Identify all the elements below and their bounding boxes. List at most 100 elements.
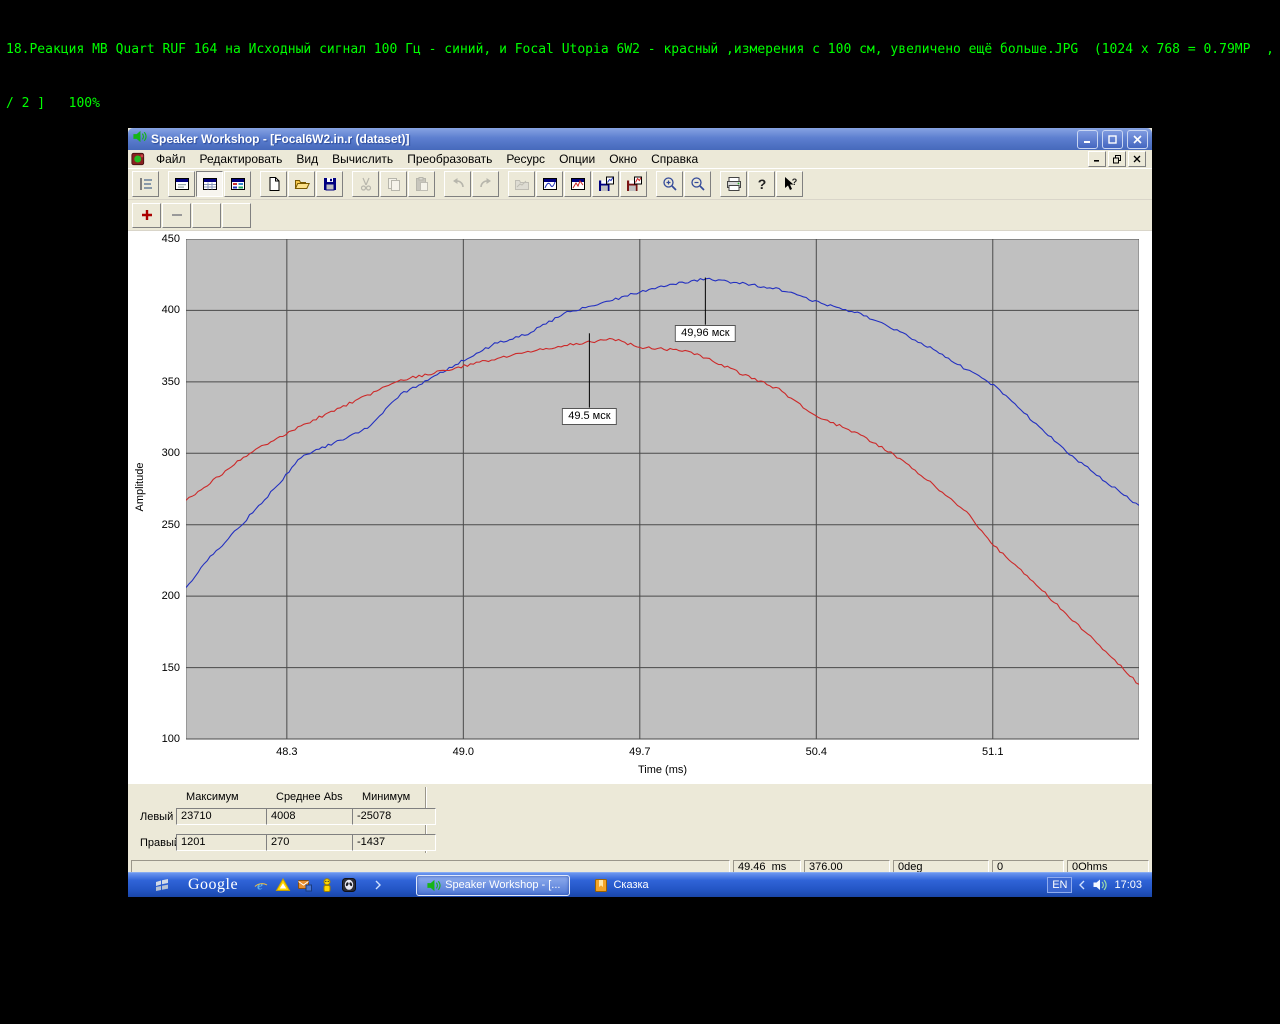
svg-text:?: ?	[791, 177, 797, 187]
save-button[interactable]	[316, 171, 343, 197]
dataset-doc-icon	[131, 152, 145, 166]
export-chart-button[interactable]	[620, 171, 647, 197]
menu-item-8[interactable]: Окно	[602, 151, 644, 167]
waveform-plot	[186, 239, 1139, 740]
undo-icon	[450, 176, 466, 192]
zoom-out-button[interactable]	[684, 171, 711, 197]
y-tick-label: 150	[128, 662, 180, 674]
view-table-icon	[230, 176, 246, 192]
x-tick-label: 49.7	[629, 746, 650, 758]
view-grid-button[interactable]	[196, 171, 223, 197]
import-chart-button	[508, 171, 535, 197]
stats-value-Правый-2: 270	[266, 834, 356, 851]
context-help-button[interactable]: ?	[776, 171, 803, 197]
help-button[interactable]: ?	[748, 171, 775, 197]
menu-item-1[interactable]: Файл	[149, 151, 193, 167]
minus-big-button	[162, 203, 191, 228]
mdi-restore-button[interactable]	[1108, 151, 1126, 167]
start-button[interactable]	[154, 877, 170, 893]
task-button-1[interactable]: Speaker Workshop - [...	[416, 875, 570, 896]
triangle-quicklaunch-icon[interactable]	[275, 877, 291, 893]
import-chart-icon	[514, 176, 530, 192]
ie-quicklaunch-icon[interactable]: e	[253, 877, 269, 893]
language-indicator[interactable]: EN	[1047, 877, 1072, 893]
open-folder-button[interactable]	[288, 171, 315, 197]
book-icon	[593, 877, 609, 893]
save-chart-button[interactable]	[592, 171, 619, 197]
clock: 17:03	[1114, 879, 1142, 891]
stats-value-Левый-2: 4008	[266, 808, 356, 825]
menu-item-7[interactable]: Опции	[552, 151, 602, 167]
y-tick-label: 350	[128, 376, 180, 388]
viewer-caption-line2: / 2 ] 100%	[6, 95, 1280, 113]
blank-icon	[229, 207, 245, 223]
annotation-label-1: 49,96 мск	[675, 325, 735, 342]
mdi-window-controls	[1088, 151, 1149, 167]
stats-value-Правый-3: -1437	[352, 834, 436, 851]
new-doc-icon	[266, 176, 282, 192]
view-list-button[interactable]	[132, 171, 159, 197]
save-chart-icon	[598, 176, 614, 192]
stats-value-Левый-3: -25078	[352, 808, 436, 825]
y-tick-label: 400	[128, 304, 180, 316]
y-tick-label: 300	[128, 447, 180, 459]
print-icon	[726, 176, 742, 192]
cut-button	[352, 171, 379, 197]
menu-item-2[interactable]: Редактировать	[193, 151, 290, 167]
zoom-in-icon	[662, 176, 678, 192]
view-table-button[interactable]	[224, 171, 251, 197]
blank-icon	[199, 207, 215, 223]
view-grid-icon	[202, 176, 218, 192]
mail-quicklaunch-icon[interactable]	[297, 877, 313, 893]
y-tick-label: 100	[128, 733, 180, 745]
export-chart-icon	[626, 176, 642, 192]
stats-header-2: Среднее Abs	[276, 791, 343, 803]
qip-quicklaunch-icon[interactable]	[319, 877, 335, 893]
cut-icon	[358, 176, 374, 192]
save-icon	[322, 176, 338, 192]
mdi-minimize-button[interactable]	[1088, 151, 1106, 167]
chart-view-button[interactable]	[536, 171, 563, 197]
svg-text:?: ?	[757, 176, 766, 192]
speaker-icon	[426, 878, 441, 893]
context-help-icon: ?	[782, 176, 798, 192]
statistics-panel: МаксимумСреднее AbsМинимумЛевый237104008…	[128, 783, 1152, 859]
new-doc-button[interactable]	[260, 171, 287, 197]
maximize-button[interactable]	[1102, 130, 1123, 149]
tray-collapse-chevron[interactable]	[1078, 880, 1086, 890]
menu-item-9[interactable]: Справка	[644, 151, 705, 167]
close-button[interactable]	[1127, 130, 1148, 149]
volume-icon[interactable]	[1092, 877, 1108, 893]
x-tick-label: 51.1	[982, 746, 1003, 758]
chart-view-2-icon	[570, 176, 586, 192]
stats-header-3: Минимум	[362, 791, 410, 803]
toolbar-overflow-chevron[interactable]	[374, 880, 382, 890]
zoom-in-button[interactable]	[656, 171, 683, 197]
view-window-button[interactable]	[168, 171, 195, 197]
main-toolbar: ??	[128, 169, 1152, 200]
taskbar: Google e Speaker Workshop - [... Сказка E…	[128, 872, 1152, 897]
print-button[interactable]	[720, 171, 747, 197]
google-toolbar-label[interactable]: Google	[188, 876, 238, 894]
menu-item-4[interactable]: Вычислить	[325, 151, 400, 167]
stats-value-Левый-1: 23710	[176, 808, 270, 825]
chart-view-2-button[interactable]	[564, 171, 591, 197]
y-tick-label: 250	[128, 519, 180, 531]
window-title: Speaker Workshop - [Focal6W2.in.r (datas…	[151, 132, 1073, 146]
paste-button	[408, 171, 435, 197]
task-button-label: Сказка	[613, 879, 648, 891]
blank-button[interactable]	[222, 203, 251, 228]
alien-quicklaunch-icon[interactable]	[341, 877, 357, 893]
x-tick-label: 48.3	[276, 746, 297, 758]
menu-item-5[interactable]: Преобразовать	[400, 151, 499, 167]
open-folder-icon	[294, 176, 310, 192]
task-button-label: Speaker Workshop - [...	[445, 879, 560, 891]
plus-big-button[interactable]	[132, 203, 161, 228]
menu-item-6[interactable]: Ресурс	[499, 151, 552, 167]
menu-item-3[interactable]: Вид	[289, 151, 325, 167]
minimize-button[interactable]	[1077, 130, 1098, 149]
copy-icon	[386, 176, 402, 192]
mdi-close-button[interactable]	[1128, 151, 1146, 167]
task-button-2[interactable]: Сказка	[584, 876, 657, 895]
blank-button[interactable]	[192, 203, 221, 228]
